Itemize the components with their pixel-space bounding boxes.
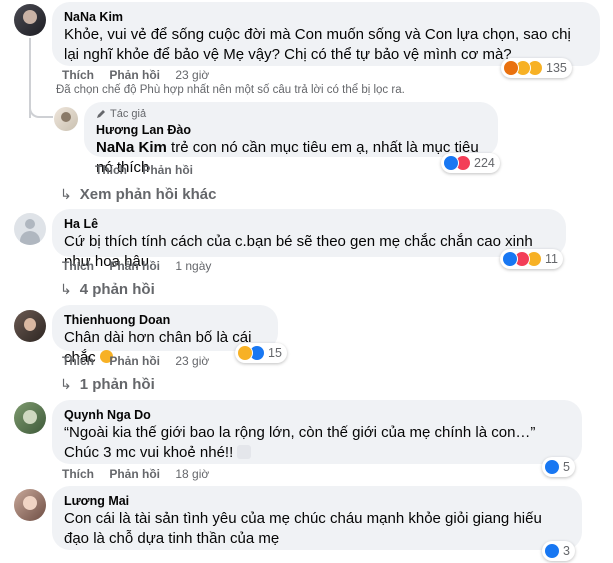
like-button[interactable]: Thích bbox=[62, 68, 94, 82]
avatar-head bbox=[25, 219, 35, 229]
reply-bubble: Tác giả Hương Lan Đào NaNa Kim trẻ con n… bbox=[84, 102, 498, 176]
comment-bubble: Lương Mai Con cái là tài sản tình yêu củ… bbox=[52, 486, 582, 550]
like-reaction-icon bbox=[544, 459, 560, 475]
timestamp[interactable]: 18 giờ bbox=[175, 467, 209, 481]
mention-tag[interactable]: NaNa Kim bbox=[96, 139, 167, 156]
comment-author[interactable]: NaNa Kim bbox=[64, 9, 588, 25]
sticker-icon bbox=[237, 445, 252, 459]
reaction-summary[interactable]: 135 bbox=[501, 58, 572, 78]
thread-connector bbox=[29, 100, 53, 118]
avatar-face bbox=[23, 10, 37, 24]
comment-bubble: Quynh Nga Do “Ngoài kia thế giới bao la … bbox=[52, 400, 582, 464]
avatar-face bbox=[24, 318, 36, 331]
comment-actions: Thích Phản hồi 18 giờ bbox=[62, 466, 209, 482]
like-reaction-icon bbox=[443, 155, 459, 171]
avatar-face bbox=[23, 496, 37, 510]
like-button[interactable]: Thích bbox=[95, 163, 127, 177]
reply-button[interactable]: Phản hồi bbox=[109, 354, 160, 368]
like-reaction-icon bbox=[502, 251, 518, 267]
avatar[interactable] bbox=[14, 489, 46, 521]
like-reaction-icon bbox=[544, 543, 560, 559]
pen-icon bbox=[97, 110, 105, 118]
reaction-count: 15 bbox=[268, 346, 282, 360]
angry-reaction-icon bbox=[503, 60, 519, 76]
reply-arrow-icon: ↳ bbox=[60, 281, 72, 297]
comment-author[interactable]: Quynh Nga Do bbox=[64, 407, 570, 423]
reply-actions: Thích Phản hồi bbox=[95, 162, 205, 178]
comment-author[interactable]: Lương Mai bbox=[64, 493, 570, 509]
author-badge: Tác giả bbox=[96, 107, 486, 121]
timestamp[interactable]: 23 giờ bbox=[175, 354, 209, 368]
comment-actions: Thích Phản hồi 23 giờ bbox=[62, 353, 209, 369]
view-more-replies[interactable]: ↳ Xem phản hồi khác bbox=[60, 184, 216, 205]
reaction-summary[interactable]: 3 bbox=[542, 541, 575, 561]
avatar[interactable] bbox=[54, 107, 78, 131]
like-button[interactable]: Thích bbox=[62, 467, 94, 481]
view-replies[interactable]: ↳ 1 phản hồi bbox=[60, 374, 155, 395]
avatar-face bbox=[23, 410, 37, 424]
view-replies[interactable]: ↳ 4 phản hồi bbox=[60, 279, 155, 300]
author-badge-label: Tác giả bbox=[110, 108, 147, 120]
reaction-summary[interactable]: 15 bbox=[235, 343, 287, 363]
avatar-face bbox=[61, 112, 71, 122]
reaction-count: 5 bbox=[563, 460, 570, 474]
reply-author[interactable]: Hương Lan Đào bbox=[96, 122, 486, 138]
comment-actions: Thích Phản hồi 1 ngày bbox=[62, 258, 211, 274]
timestamp[interactable]: 1 ngày bbox=[175, 259, 211, 273]
comment-actions: Thích Phản hồi 23 giờ bbox=[62, 67, 209, 83]
avatar-body bbox=[20, 231, 40, 245]
view-replies-label: 4 phản hồi bbox=[79, 281, 155, 298]
avatar[interactable] bbox=[14, 213, 46, 245]
reaction-count: 11 bbox=[545, 252, 558, 266]
reply-button[interactable]: Phản hồi bbox=[142, 163, 193, 177]
comment-bubble: Ha Lê Cứ bị thích tính cách của c.bạn bé… bbox=[52, 209, 566, 270]
comment-text: Con cái là tài sản tình yêu của mẹ chúc … bbox=[64, 510, 542, 547]
view-more-replies-label: Xem phản hồi khác bbox=[79, 186, 217, 203]
avatar[interactable] bbox=[14, 4, 46, 36]
reply-button[interactable]: Phản hồi bbox=[109, 467, 160, 481]
comment-text-body: “Ngoài kia thế giới bao la rộng lớn, còn… bbox=[64, 424, 536, 461]
reply-arrow-icon: ↳ bbox=[60, 186, 72, 202]
like-button[interactable]: Thích bbox=[62, 354, 94, 368]
like-button[interactable]: Thích bbox=[62, 259, 94, 273]
reaction-summary[interactable]: 11 bbox=[500, 249, 563, 269]
comment-author[interactable]: Ha Lê bbox=[64, 216, 554, 232]
timestamp[interactable]: 23 giờ bbox=[175, 68, 209, 82]
filter-note: Đã chọn chế độ Phù hợp nhất nên một số c… bbox=[56, 84, 405, 96]
avatar[interactable] bbox=[14, 310, 46, 342]
reaction-count: 135 bbox=[546, 61, 567, 75]
comment-text: “Ngoài kia thế giới bao la rộng lớn, còn… bbox=[64, 423, 570, 463]
reply-arrow-icon: ↳ bbox=[60, 376, 72, 392]
avatar[interactable] bbox=[14, 402, 46, 434]
view-replies-label: 1 phản hồi bbox=[79, 376, 155, 393]
reply-button[interactable]: Phản hồi bbox=[109, 259, 160, 273]
reaction-summary[interactable]: 224 bbox=[441, 153, 500, 173]
comment-author[interactable]: Thienhuong Doan bbox=[64, 312, 266, 328]
reaction-count: 3 bbox=[563, 544, 570, 558]
reply-button[interactable]: Phản hồi bbox=[109, 68, 160, 82]
reaction-count: 224 bbox=[474, 156, 495, 170]
comment-bubble: NaNa Kim Khỏe, vui vẻ để sống cuộc đời m… bbox=[52, 2, 600, 66]
haha-reaction-icon bbox=[237, 345, 253, 361]
reaction-summary[interactable]: 5 bbox=[542, 457, 575, 477]
